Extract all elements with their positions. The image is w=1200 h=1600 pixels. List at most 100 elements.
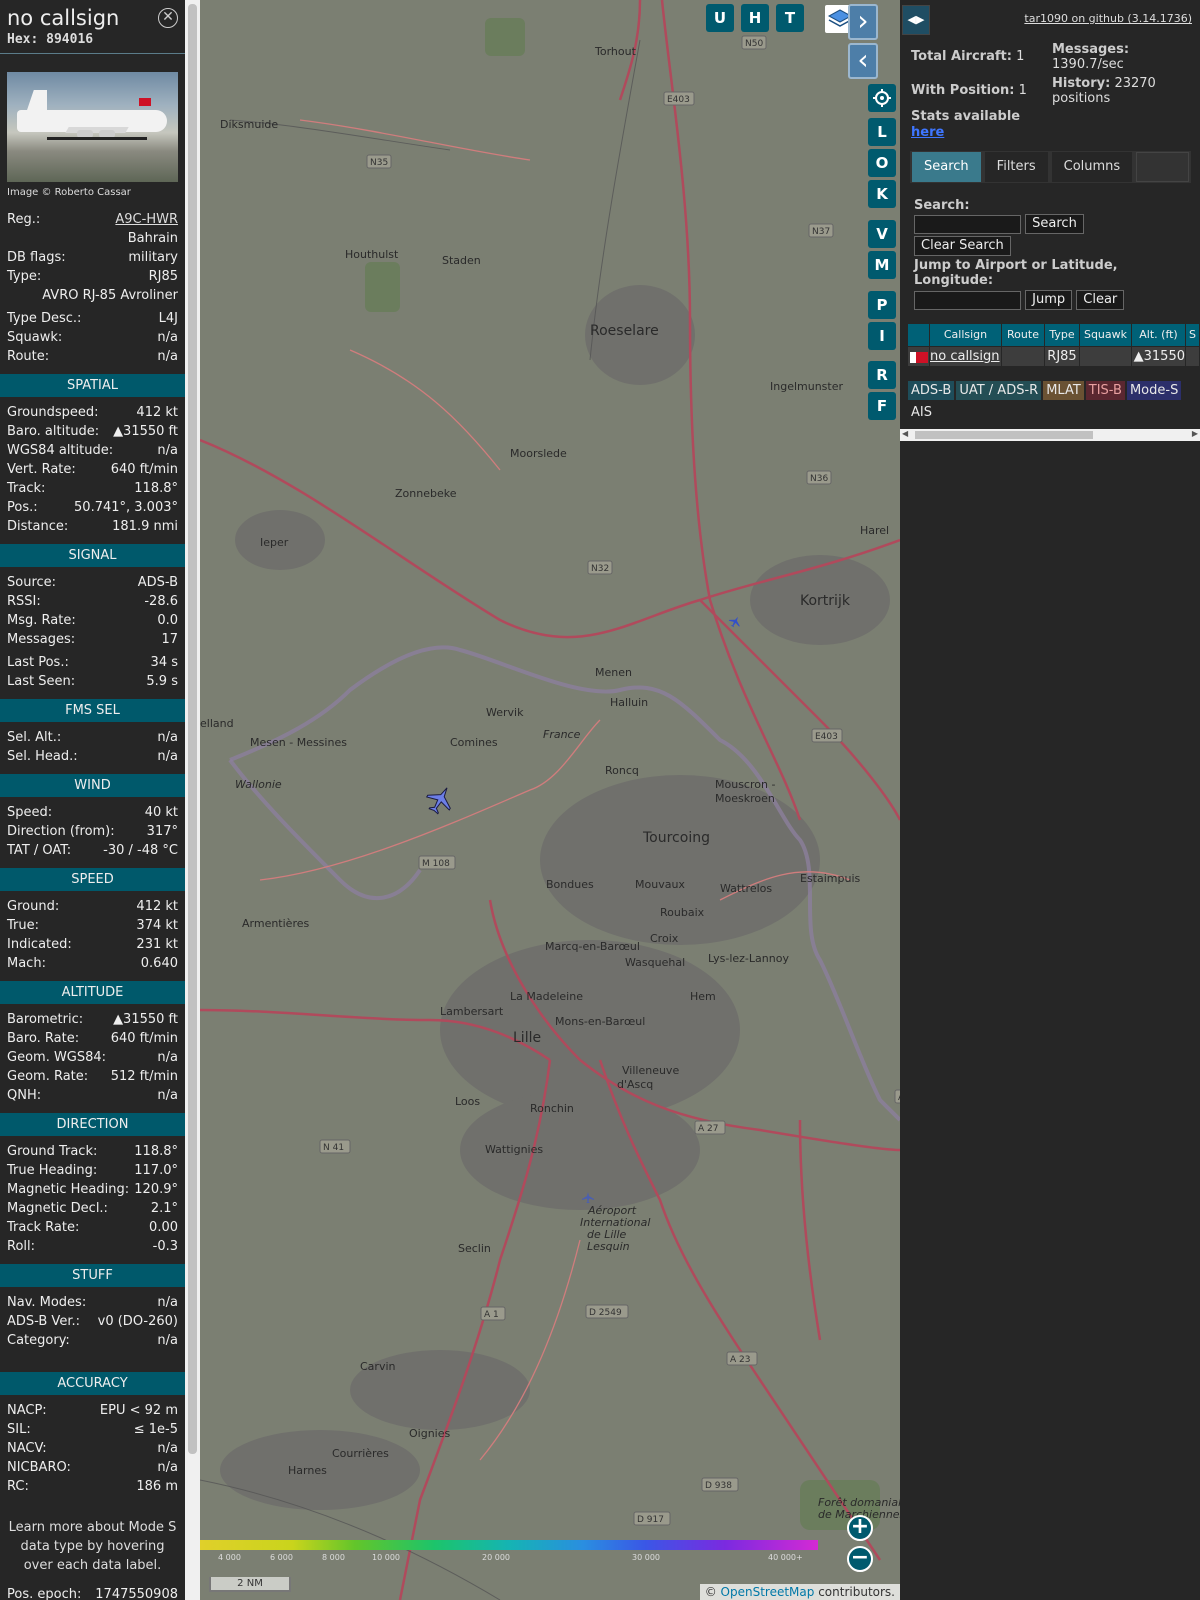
toggle-m-button[interactable]: M (868, 251, 896, 279)
github-link[interactable]: tar1090 on github (3.14.1736) (1024, 12, 1192, 25)
section-altitude: ALTITUDE (0, 981, 185, 1004)
info-row-vert-rate: Vert. Rate: 640 ft/min (0, 460, 185, 479)
road-shield: N32 (587, 560, 613, 575)
road-shield: N35 (366, 154, 392, 169)
info-row-rc: RC: 186 m (0, 1477, 185, 1496)
info-row-value: n/a (157, 349, 178, 364)
info-row-value: 640 ft/min (110, 1031, 178, 1046)
close-icon[interactable]: ✕ (158, 8, 178, 28)
place-label-moeskroen: Moeskroen (715, 792, 775, 805)
road-shield: N50 (741, 35, 767, 50)
road-label: A 23 (730, 1355, 750, 1365)
info-row-label: RSSI: (7, 594, 41, 609)
horizontal-scroll-thumb[interactable] (915, 431, 1093, 439)
tab-blank[interactable] (1136, 152, 1189, 182)
source-ais[interactable]: AIS (908, 403, 935, 422)
toggle-p-button[interactable]: P (868, 291, 896, 319)
column-flag[interactable] (908, 324, 930, 346)
jump-input[interactable] (914, 290, 1021, 310)
info-row-label: Baro. Rate: (7, 1031, 80, 1046)
source-mode-s[interactable]: Mode-S (1126, 381, 1182, 400)
info-row-label: Barometric: (7, 1012, 84, 1027)
place-label-wallonie: Wallonie (235, 778, 282, 791)
info-row-label: Geom. Rate: (7, 1069, 89, 1084)
road-label: N50 (745, 39, 763, 49)
altitude-label: 4 000 (218, 1553, 241, 1562)
tab-filters[interactable]: Filters (984, 152, 1048, 182)
info-row-nacp: NACP: EPU < 92 m (0, 1401, 185, 1420)
source-tis-b[interactable]: TIS-B (1085, 381, 1125, 400)
info-row-value: 117.0° (134, 1163, 178, 1178)
scroll-right-icon[interactable]: ▶ (1192, 429, 1198, 438)
place-label-menen: Menen (595, 666, 632, 679)
stats-here-link[interactable]: here (911, 125, 944, 140)
toggle-o-button[interactable]: O (868, 149, 896, 177)
expand-sidebar-icon[interactable]: ◀▶ (902, 5, 930, 35)
info-row-value: 374 kt (136, 918, 178, 933)
info-row-value: 181.9 nmi (112, 519, 178, 534)
toggle-k-button[interactable]: K (868, 180, 896, 208)
toggle-h-button[interactable]: H (741, 4, 769, 32)
info-row-magnetic-decl: Magnetic Decl.: 2.1° (0, 1199, 185, 1218)
place-label-mouscron: Mouscron - (715, 778, 775, 791)
place-label-roeselare: Roeselare (590, 323, 659, 339)
jump-button[interactable]: Jump (1025, 290, 1073, 310)
place-label-courri-res: Courrières (332, 1447, 389, 1460)
road-shield: E403 (663, 91, 695, 106)
openstreetmap-link[interactable]: OpenStreetMap (721, 1585, 815, 1599)
table-horizontal-scrollbar[interactable]: ◀ ▶ (900, 429, 1200, 441)
road-label: D 917 (637, 1515, 664, 1525)
search-input[interactable] (914, 214, 1021, 234)
column-speed[interactable]: S (1186, 324, 1200, 346)
info-row-baro-altitude: Baro. altitude: ▲31550 ft (0, 422, 185, 441)
column-type[interactable]: Type (1045, 324, 1080, 346)
chevron-left-icon[interactable]: ‹ (848, 43, 878, 79)
row-callsign[interactable]: no callsign (930, 347, 1002, 366)
info-row-label: Magnetic Decl.: (7, 1201, 108, 1216)
info-row-value: ▲31550 ft (113, 424, 178, 439)
place-label-moorslede: Moorslede (510, 447, 567, 460)
tab-columns[interactable]: Columns (1051, 152, 1133, 182)
toggle-t-button[interactable]: T (776, 4, 804, 32)
toggle-v-button[interactable]: V (868, 220, 896, 248)
toggle-i-button[interactable]: I (868, 322, 896, 350)
map-view[interactable]: Torhout Diksmuide Houthulst Staden Roeselare… (200, 0, 900, 1600)
registration-link[interactable]: A9C-HWR (115, 210, 178, 229)
toggle-l-button[interactable]: L (868, 118, 896, 146)
source-ads-b[interactable]: ADS-B (908, 381, 955, 400)
clear-button[interactable]: Clear (1076, 290, 1125, 310)
column-altitude[interactable]: Alt. (ft) (1132, 324, 1186, 346)
scrollbar-thumb[interactable] (188, 4, 197, 1454)
map-canvas[interactable]: Torhout Diksmuide Houthulst Staden Roeselare… (200, 0, 900, 1600)
altitude-legend (200, 1540, 818, 1550)
info-row-label: Last Seen: (7, 674, 76, 689)
info-panel-scrollbar[interactable] (185, 0, 200, 1600)
table-row[interactable]: no callsign RJ85 ▲31550 (908, 347, 1200, 366)
info-row-value: n/a (157, 330, 178, 345)
info-row-value: v0 (DO-260) (97, 1314, 178, 1329)
info-row-ground-track: Ground Track: 118.8° (0, 1142, 185, 1161)
zoom-in-icon[interactable]: + (847, 1515, 873, 1541)
column-squawk[interactable]: Squawk (1080, 324, 1132, 346)
source-uat-ads-r[interactable]: UAT / ADS-R (956, 381, 1042, 400)
info-row-label: NACP: (7, 1403, 47, 1418)
info-row-magnetic-heading: Magnetic Heading: 120.9° (0, 1180, 185, 1199)
zoom-out-icon[interactable]: − (847, 1546, 873, 1572)
toggle-r-button[interactable]: R (868, 361, 896, 389)
toggle-f-button[interactable]: F (868, 392, 896, 420)
place-label-hem: Hem (690, 990, 716, 1003)
column-route[interactable]: Route (1002, 324, 1045, 346)
info-row-type: Type: RJ85 (0, 267, 185, 286)
scroll-left-icon[interactable]: ◀ (902, 429, 908, 438)
aircraft-photo[interactable] (7, 72, 178, 182)
tab-search[interactable]: Search (912, 152, 981, 182)
clear-search-button[interactable]: Clear Search (914, 236, 1011, 256)
gear-icon[interactable] (868, 84, 896, 112)
source-mlat[interactable]: MLAT (1043, 381, 1084, 400)
column-callsign[interactable]: Callsign (930, 324, 1002, 346)
search-button[interactable]: Search (1025, 214, 1084, 234)
chevron-right-icon[interactable]: › (848, 4, 878, 40)
road-label: E403 (667, 95, 690, 105)
info-row: AVRO RJ-85 Avroliner (0, 286, 185, 305)
toggle-u-button[interactable]: U (706, 4, 734, 32)
